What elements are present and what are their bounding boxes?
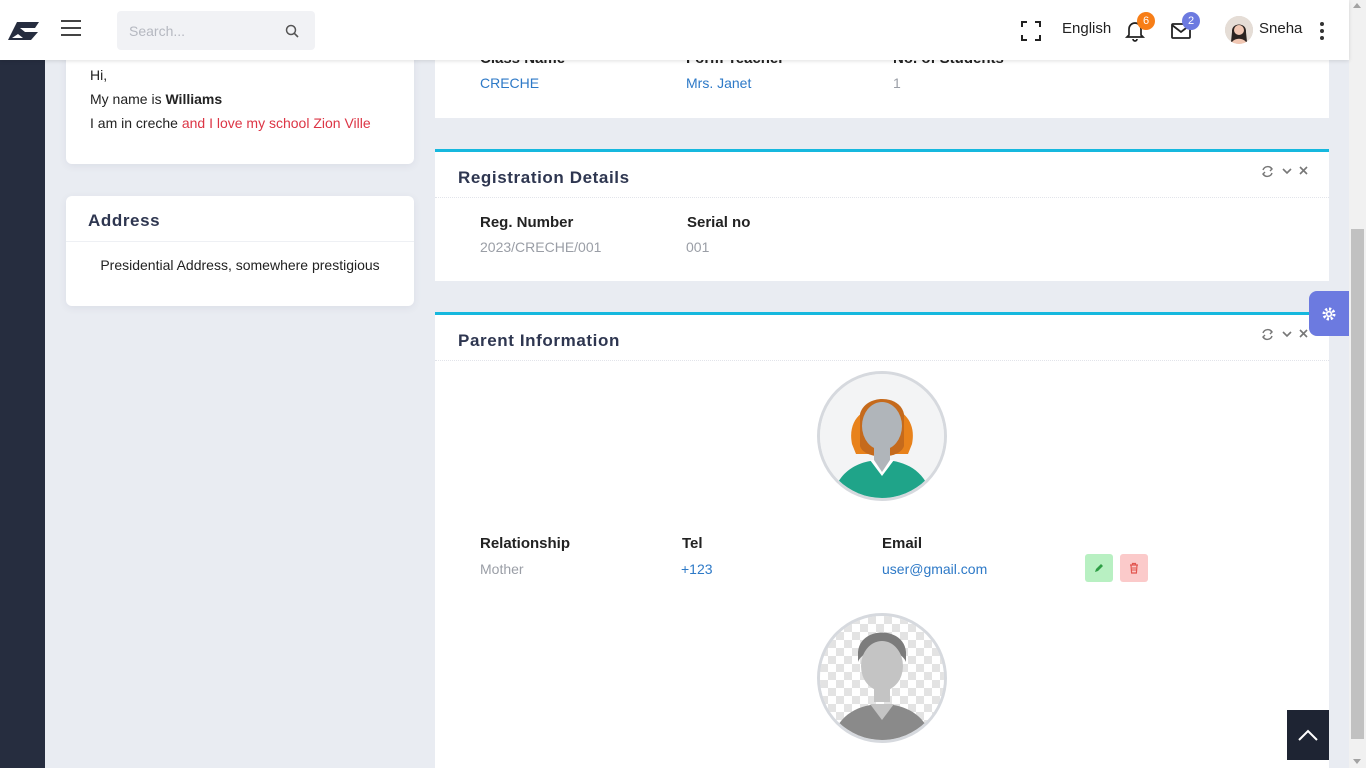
father-photo [817,613,947,743]
chevron-up-icon [1298,729,1318,741]
scrollbar-thumb[interactable] [1351,229,1364,739]
page-scrollbar[interactable] [1349,0,1366,768]
pencil-icon [1095,564,1103,572]
form-teacher-value[interactable]: Mrs. Janet [686,75,751,91]
mother-photo [817,371,947,501]
user-avatar[interactable] [1225,16,1253,44]
divider [66,241,414,242]
top-navbar: English 6 2 Sneha [0,0,1349,60]
address-card: Address Presidential Address, somewhere … [66,196,414,306]
panel-tools [1261,165,1321,179]
email-label: Email [882,535,923,552]
student-name: Williams [165,91,223,107]
reg-number-label: Reg. Number [480,214,574,231]
settings-tab[interactable] [1309,291,1349,336]
sidebar-rail [0,0,45,768]
fullscreen-icon[interactable] [1021,21,1041,41]
more-vertical-icon[interactable] [1320,22,1326,43]
registration-title: Registration Details [458,168,630,187]
relationship-label: Relationship [480,535,571,552]
school-highlight: and I love my school Zion Ville [181,115,371,131]
tel-value[interactable]: +123 [681,561,713,577]
chevron-down-icon[interactable] [1281,165,1293,177]
name-line: My name is Williams [90,91,222,107]
class-name-value[interactable]: CRECHE [480,75,539,91]
divider [435,360,1329,361]
scroll-up-arrow[interactable] [1353,3,1361,8]
search-input[interactable] [117,11,277,50]
scroll-to-top-button[interactable] [1287,710,1329,760]
menu-icon[interactable] [61,20,81,40]
email-value[interactable]: user@gmail.com [882,561,987,577]
students-value: 1 [893,75,901,91]
greeting-text: Hi, [90,67,108,83]
close-icon[interactable] [1298,328,1309,339]
reg-number-value: 2023/CRECHE/001 [480,239,602,255]
address-title: Address [88,211,161,230]
chevron-down-icon[interactable] [1281,328,1293,340]
name-prefix: My name is [90,91,166,107]
logo-icon[interactable] [0,0,45,60]
refresh-icon[interactable] [1261,328,1274,341]
trash-icon [1130,562,1138,574]
relationship-value: Mother [480,561,524,577]
class-text: I am in creche [90,115,182,131]
serial-label: Serial no [687,214,751,231]
address-text: Presidential Address, somewhere prestigi… [100,257,380,273]
message-badge: 2 [1182,12,1200,30]
language-selector[interactable]: English [1062,20,1111,37]
registration-panel: Registration Details Reg. Number Serial … [435,149,1329,281]
search-icon[interactable] [285,24,299,38]
notification-badge: 6 [1137,12,1155,30]
delete-parent-button[interactable] [1120,554,1148,582]
close-icon[interactable] [1298,165,1309,176]
refresh-icon[interactable] [1261,165,1274,178]
class-line: I am in creche and I love my school Zion… [90,115,371,131]
gear-icon [1322,307,1336,320]
divider [435,197,1329,198]
tel-label: Tel [682,535,703,552]
edit-parent-button[interactable] [1085,554,1113,582]
scroll-down-arrow[interactable] [1353,759,1361,764]
parent-title: Parent Information [458,331,620,350]
serial-value: 001 [686,239,710,255]
user-name[interactable]: Sneha [1259,20,1302,37]
